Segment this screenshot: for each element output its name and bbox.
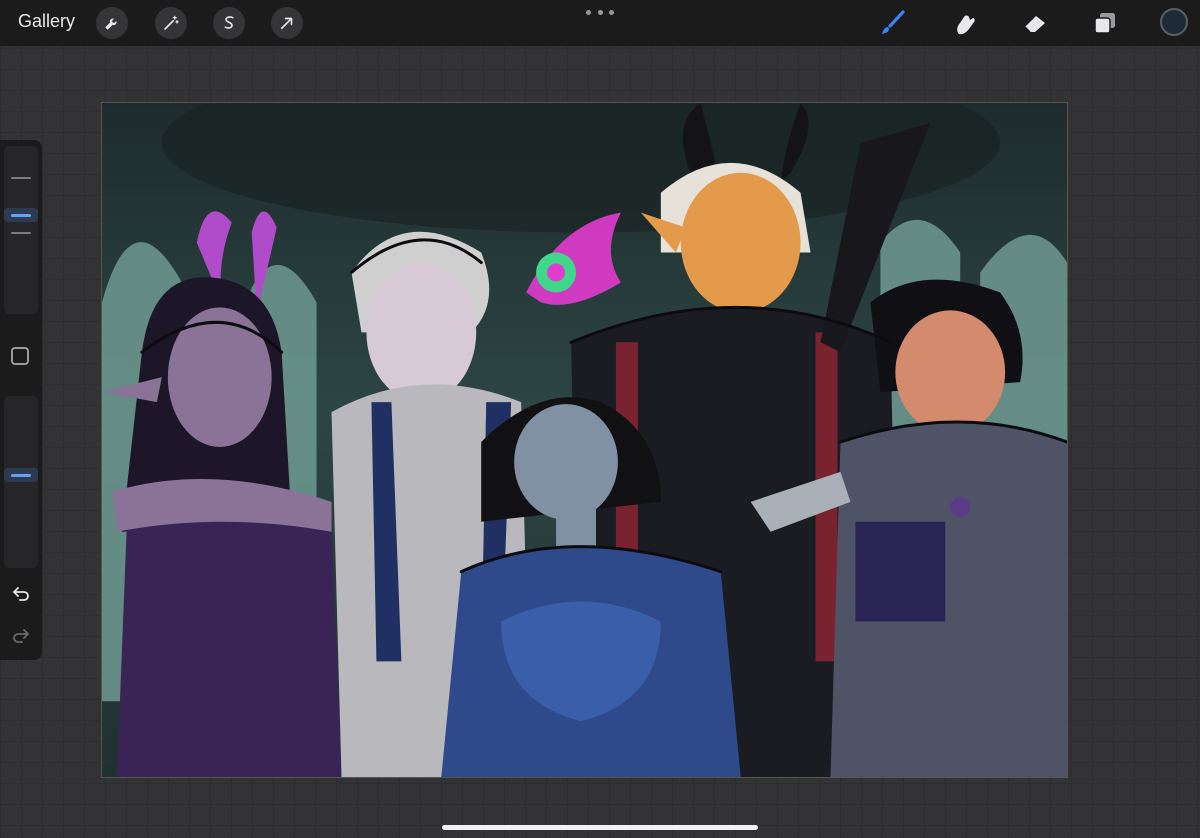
dot-icon xyxy=(586,9,591,15)
more-options-button[interactable] xyxy=(586,7,614,17)
thumb-indicator xyxy=(11,213,31,217)
procreate-workspace: Gallery xyxy=(0,0,1200,838)
slider-tick xyxy=(11,232,31,234)
color-picker-button[interactable] xyxy=(1160,8,1188,36)
redo-button[interactable] xyxy=(10,624,32,646)
selection-button[interactable] xyxy=(213,7,245,39)
adjustments-button[interactable] xyxy=(155,7,187,39)
gallery-button[interactable]: Gallery xyxy=(18,11,75,32)
brush-icon xyxy=(882,10,905,34)
wrench-icon xyxy=(105,18,117,30)
eraser-tool-button[interactable] xyxy=(1018,6,1052,40)
thumb-indicator xyxy=(11,473,31,477)
top-toolbar: Gallery xyxy=(0,0,1200,46)
opacity-slider[interactable] xyxy=(4,396,38,568)
actions-button[interactable] xyxy=(96,7,128,39)
side-toolbar xyxy=(0,140,42,660)
magic-wand-icon xyxy=(164,15,179,30)
dot-icon xyxy=(609,9,614,15)
layers-button[interactable] xyxy=(1088,6,1122,40)
smudge-icon xyxy=(957,15,975,35)
home-indicator[interactable] xyxy=(442,825,758,830)
eraser-icon xyxy=(1024,16,1045,33)
brush-size-slider[interactable] xyxy=(4,146,38,314)
slider-tick xyxy=(11,177,31,179)
redo-icon xyxy=(13,629,29,643)
opacity-thumb[interactable] xyxy=(4,468,38,482)
transform-arrow-icon xyxy=(280,17,293,30)
dot-icon xyxy=(597,9,603,15)
modify-button[interactable] xyxy=(11,347,29,365)
transform-button[interactable] xyxy=(271,7,303,39)
smudge-tool-button[interactable] xyxy=(947,6,981,40)
brush-size-thumb[interactable] xyxy=(4,208,38,222)
undo-button[interactable] xyxy=(10,582,32,604)
selection-icon xyxy=(224,16,234,29)
artwork-illustration xyxy=(102,103,1067,777)
drawing-canvas[interactable] xyxy=(101,102,1068,778)
layers-icon xyxy=(1094,13,1115,34)
undo-icon xyxy=(13,587,29,601)
brush-tool-button[interactable] xyxy=(876,6,910,40)
